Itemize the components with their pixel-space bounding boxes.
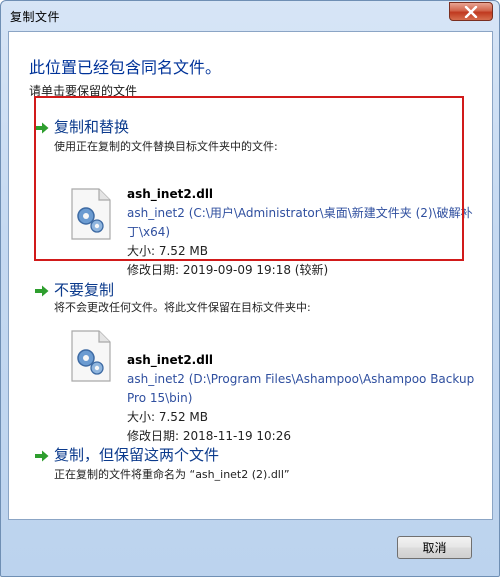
cancel-button[interactable]: 取消 <box>397 536 472 559</box>
file-size: 大小: 7.52 MB <box>127 410 208 424</box>
highlight-box <box>34 96 464 261</box>
dll-file-icon <box>71 330 111 382</box>
close-icon <box>464 5 478 18</box>
file-path: ash_inet2 (D:\Program Files\Ashampoo\Ash… <box>127 372 475 405</box>
window-title: 复制文件 <box>10 10 61 24</box>
close-button[interactable] <box>449 2 493 21</box>
option-keep-both[interactable]: 复制，但保留这两个文件 正在复制的文件将重命名为 “ash_inet2 (2).… <box>29 442 469 492</box>
dialog-heading: 此位置已经包含同名文件。 <box>29 58 222 77</box>
copy-file-dialog: 复制文件 此位置已经包含同名文件。 请单击要保留的文件 复制和替换 使用正在复制… <box>0 0 500 577</box>
option-title: 不要复制 <box>54 281 115 299</box>
title-bar[interactable]: 复制文件 <box>1 1 499 31</box>
option-dont-copy[interactable]: 不要复制 将不会更改任何文件。将此文件保留在目标文件夹中: ash_inet2.… <box>29 277 474 443</box>
option-description: 将不会更改任何文件。将此文件保留在目标文件夹中: <box>54 301 311 314</box>
file-details: ash_inet2.dll ash_inet2 (D:\Program File… <box>127 351 477 446</box>
green-arrow-icon <box>35 285 49 297</box>
file-name: ash_inet2.dll <box>127 353 214 367</box>
option-title: 复制，但保留这两个文件 <box>54 446 220 464</box>
green-arrow-icon <box>35 450 49 462</box>
option-description: 正在复制的文件将重命名为 “ash_inet2 (2).dll” <box>54 468 290 481</box>
